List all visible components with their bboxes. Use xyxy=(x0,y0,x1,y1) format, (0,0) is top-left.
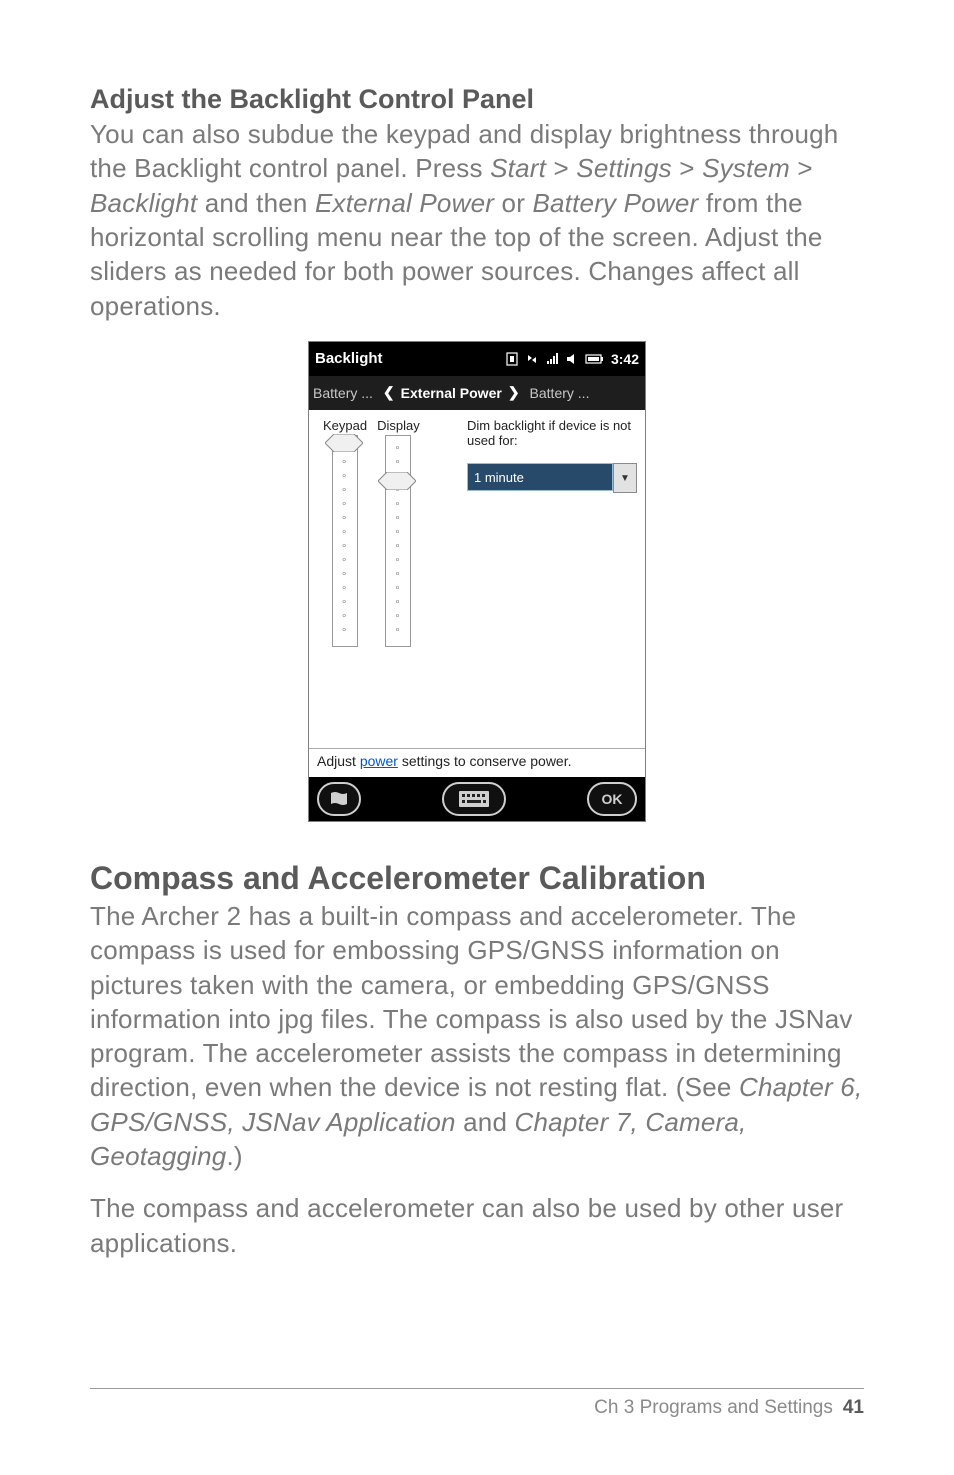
start-button[interactable] xyxy=(317,782,361,816)
sync-icon xyxy=(525,352,539,366)
keypad-slider[interactable]: ∘∘∘∘∘∘∘∘∘∘∘∘∘∘ xyxy=(332,435,358,647)
dim-text: Dim backlight if device is not used for: xyxy=(467,418,637,449)
tab-center-label[interactable]: External Power xyxy=(401,385,502,401)
volume-icon xyxy=(565,352,579,366)
keypad-slider-label: Keypad xyxy=(323,418,367,433)
keyboard-button[interactable] xyxy=(442,782,506,816)
display-slider[interactable]: ∘∘∘∘∘∘∘∘∘∘∘∘∘∘ xyxy=(385,435,411,647)
titlebar: Backlight 3:42 xyxy=(309,342,645,376)
signal-icon xyxy=(545,352,559,366)
hint-text: Adjust power settings to conserve power. xyxy=(309,748,645,777)
tab-left-label[interactable]: Battery ... xyxy=(309,385,377,401)
display-slider-label: Display xyxy=(377,418,420,433)
section-paragraph-backlight: You can also subdue the keypad and displ… xyxy=(90,117,864,323)
section-paragraph-compass-2: The compass and accelerometer can also b… xyxy=(90,1191,864,1260)
windows-icon xyxy=(329,789,349,809)
keyboard-icon xyxy=(459,791,489,807)
section-heading-backlight: Adjust the Backlight Control Panel xyxy=(90,84,864,115)
status-icons: 3:42 xyxy=(505,351,639,367)
battery-icon xyxy=(585,353,605,365)
clock-text: 3:42 xyxy=(611,351,639,367)
bottom-bar: OK xyxy=(309,777,645,821)
dropdown-arrow-icon[interactable]: ▼ xyxy=(613,463,637,493)
tab-strip[interactable]: Battery ... ❮ External Power ❯ Battery .… xyxy=(309,376,645,410)
ok-button[interactable]: OK xyxy=(587,782,637,816)
timeout-value: 1 minute xyxy=(467,463,613,491)
page-footer: Ch 3 Programs and Settings41 xyxy=(90,1388,864,1419)
power-link[interactable]: power xyxy=(360,753,398,769)
section-paragraph-compass-1: The Archer 2 has a built-in compass and … xyxy=(90,899,864,1174)
backlight-screenshot: Backlight 3:42 Battery ... ❮ External Po… xyxy=(308,341,646,822)
timeout-dropdown[interactable]: 1 minute ▼ xyxy=(467,463,637,493)
chevron-left-icon[interactable]: ❮ xyxy=(377,384,401,401)
section-heading-compass: Compass and Accelerometer Calibration xyxy=(90,860,864,897)
titlebar-title: Backlight xyxy=(315,350,505,367)
chevron-right-icon[interactable]: ❯ xyxy=(502,384,526,401)
tab-right-label[interactable]: Battery ... xyxy=(526,385,594,401)
sim-icon xyxy=(505,352,519,366)
